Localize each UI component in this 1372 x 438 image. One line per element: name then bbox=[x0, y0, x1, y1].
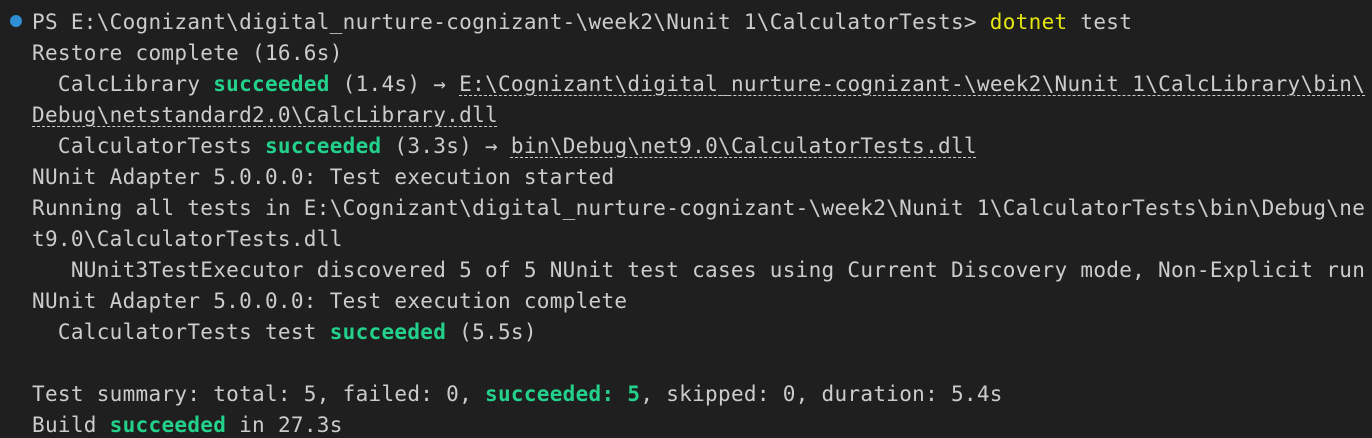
restore-line: Restore complete (16.6s) bbox=[32, 41, 343, 65]
calculatortests-build-line: CalculatorTests succeeded (3.3s) → bin\D… bbox=[32, 131, 977, 162]
output-path-link[interactable]: E:\Cognizant\digital_nurture-cognizant-\… bbox=[459, 72, 1365, 96]
status-succeeded: succeeded bbox=[329, 320, 447, 344]
build-time: (3.3s) → bbox=[381, 134, 511, 158]
calclibrary-build-line: CalcLibrary succeeded (1.4s) → E:\Cogniz… bbox=[32, 69, 1365, 100]
running-tests-continuation: t9.0\CalculatorTests.dll bbox=[32, 227, 343, 251]
output-path-link[interactable]: bin\Debug\net9.0\CalculatorTests.dll bbox=[511, 134, 977, 158]
summary-suffix: , skipped: 0, duration: 5.4s bbox=[640, 382, 1003, 406]
discovered-line: NUnit3TestExecutor discovered 5 of 5 NUn… bbox=[32, 258, 1366, 282]
output-path-link-continued[interactable]: Debug\netstandard2.0\CalcLibrary.dll bbox=[32, 103, 498, 127]
test-result-line: CalculatorTests test succeeded (5.5s) bbox=[32, 317, 537, 348]
command-name: dotnet bbox=[989, 10, 1068, 34]
status-succeeded: succeeded bbox=[264, 134, 382, 158]
status-succeeded: succeeded bbox=[213, 72, 330, 96]
command-argument: test bbox=[1067, 10, 1133, 34]
project-name: CalcLibrary bbox=[57, 72, 214, 96]
prompt-line: PS E:\Cognizant\digital_nurture-cognizan… bbox=[32, 7, 1132, 38]
calclibrary-path-continuation: Debug\netstandard2.0\CalcLibrary.dll bbox=[32, 100, 498, 131]
terminal-panel[interactable]: PS E:\Cognizant\digital_nurture-cognizan… bbox=[0, 0, 1372, 438]
test-project-label: CalculatorTests test bbox=[57, 320, 330, 344]
status-succeeded: succeeded bbox=[109, 413, 227, 437]
running-tests-line: Running all tests in E:\Cognizant\digita… bbox=[32, 196, 1366, 220]
build-duration: in 27.3s bbox=[226, 413, 343, 437]
adapter-complete-line: NUnit Adapter 5.0.0.0: Test execution co… bbox=[32, 289, 628, 313]
project-name: CalculatorTests bbox=[57, 134, 265, 158]
test-time: (5.5s) bbox=[446, 320, 537, 344]
build-time: (1.4s) → bbox=[329, 72, 460, 96]
prompt-text: PS E:\Cognizant\digital_nurture-cognizan… bbox=[32, 10, 990, 34]
summary-succeeded: succeeded: 5 bbox=[485, 382, 641, 406]
adapter-started-line: NUnit Adapter 5.0.0.0: Test execution st… bbox=[32, 165, 615, 189]
build-label: Build bbox=[32, 413, 110, 437]
build-result-line: Build succeeded in 27.3s bbox=[32, 410, 343, 438]
summary-prefix: Test summary: total: 5, failed: 0, bbox=[32, 382, 486, 406]
test-summary-line: Test summary: total: 5, failed: 0, succe… bbox=[32, 379, 1003, 410]
command-status-dot-icon[interactable] bbox=[10, 15, 22, 27]
